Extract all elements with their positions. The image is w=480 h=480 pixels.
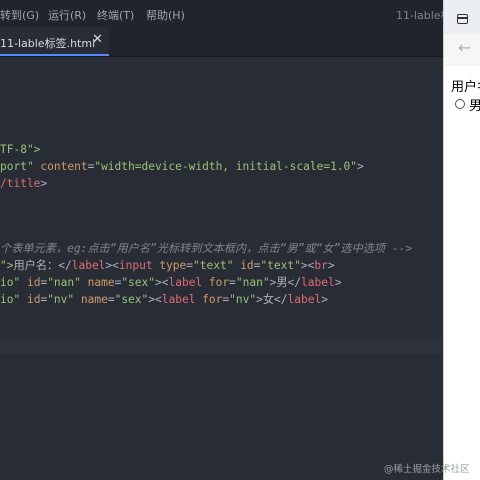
watermark: @稀土掘金技术社区 [384, 464, 470, 475]
code-line: io" id="nv" name="sex"><label for="nv">女… [0, 293, 328, 306]
tab-lable-html[interactable]: 11-lable标签.html ✕ [0, 27, 109, 56]
code-line: /title> [0, 177, 48, 190]
username-label[interactable]: 用户名 [451, 76, 480, 95]
tab-label: 11-lable标签.html [0, 37, 96, 50]
current-line-highlight [0, 337, 443, 354]
back-arrow-icon[interactable]: ← [458, 38, 471, 57]
editor-tab-bar: 11-lable标签.html ✕ [0, 27, 443, 57]
code-editor[interactable]: TF-8"> port" content="width=device-width… [0, 57, 443, 480]
menu-goto[interactable]: 转到(G) [0, 7, 39, 23]
menu-run[interactable]: 运行(R) [48, 7, 86, 23]
menu-bar: 转到(G) 运行(R) 终端(T) 帮助(H) 11-lable标 [0, 0, 452, 27]
preview-panel: ← 用户名 男 [443, 0, 480, 480]
radio-male-label[interactable]: 男 [469, 95, 480, 114]
browser-window-icon[interactable] [457, 14, 468, 24]
close-icon[interactable]: ✕ [92, 32, 103, 47]
code-line: TF-8"> [0, 143, 41, 156]
radio-male[interactable] [455, 99, 465, 109]
code-line: port" content="width=device-width, initi… [0, 160, 364, 173]
preview-page: 用户名 男 [444, 66, 480, 480]
menu-help[interactable]: 帮助(H) [146, 7, 185, 23]
preview-tab-bar [444, 0, 480, 34]
code-line: io" id="nan" name="sex"><label for="nan"… [0, 276, 342, 289]
code-line: 个表单元素，eg:点击“用户名”光标转到文本框内，点击“男”或“女”选中选项 -… [0, 242, 413, 255]
code-line: ">用户名：</label><input type="text" id="tex… [0, 259, 335, 272]
menu-terminal[interactable]: 终端(T) [97, 7, 134, 23]
